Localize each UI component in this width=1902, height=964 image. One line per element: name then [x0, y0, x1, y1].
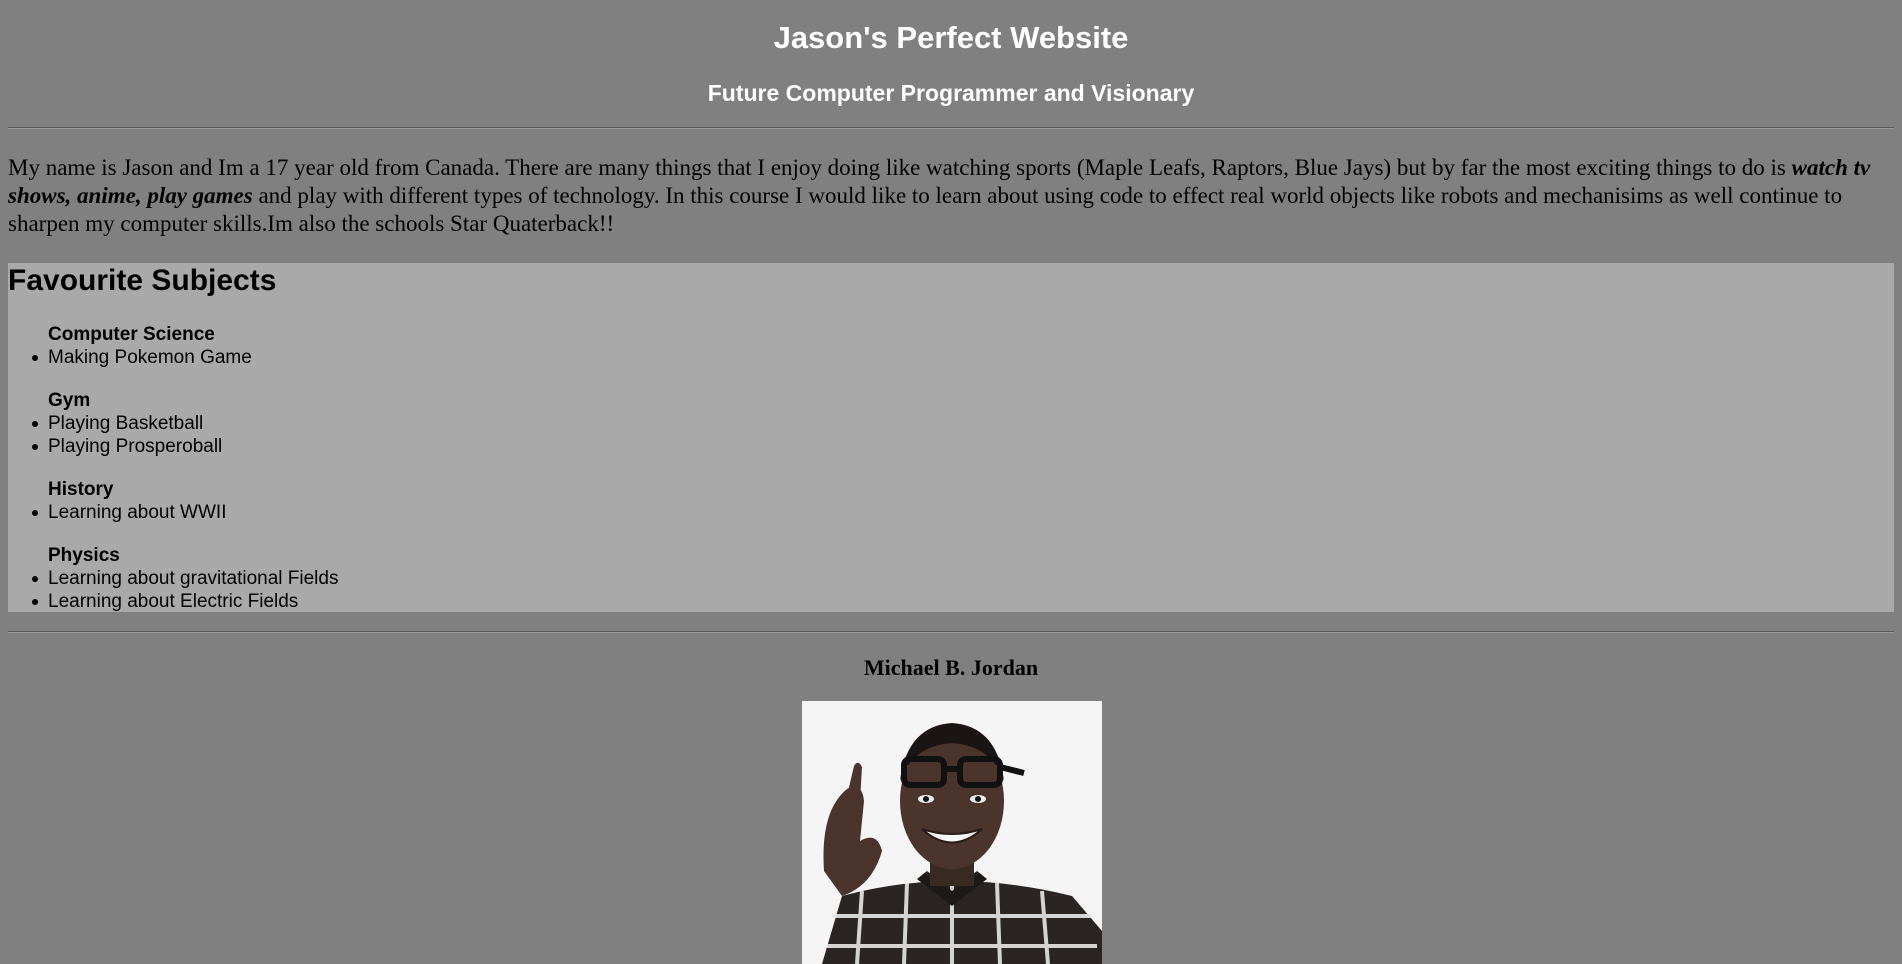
feature-person-name: Michael B. Jordan — [863, 655, 1039, 680]
site-title: Jason's Perfect Website — [773, 20, 1129, 55]
subject-computer-science: Computer Science Making Pokemon Game — [32, 323, 252, 369]
subject-list: Learning about gravitational Fields Lear… — [31, 567, 339, 613]
intro-text-start: My name is Jason and Im a 17 year old fr… — [8, 155, 1792, 180]
subject-name: History — [48, 479, 114, 500]
subject-name: Computer Science — [48, 324, 215, 345]
portrait-photo — [802, 701, 1102, 964]
page: Jason's Perfect Website Future Computer … — [0, 0, 1902, 964]
bottom-divider — [8, 631, 1894, 633]
list-item: Playing Prosperoball — [31, 436, 223, 457]
subject-name: Gym — [48, 390, 91, 411]
subject-name: Physics — [48, 545, 120, 566]
site-subtitle: Future Computer Programmer and Visionary — [707, 80, 1195, 106]
intro-paragraph: My name is Jason and Im a 17 year old fr… — [8, 154, 1888, 238]
favourite-subjects-panel: Favourite Subjects Computer Science Maki… — [8, 263, 1894, 612]
subject-list: Making Pokemon Game — [32, 346, 252, 369]
subject-physics: Physics Learning about gravitational Fie… — [31, 544, 339, 613]
list-item: Making Pokemon Game — [32, 347, 252, 368]
subject-list: Learning about WWII — [31, 501, 227, 524]
list-item: Learning about Electric Fields — [31, 590, 338, 613]
list-item: Playing Basketball — [31, 412, 222, 435]
list-item: Learning about gravitational Fields — [31, 568, 339, 589]
subject-gym: Gym Playing Basketball Playing Prosperob… — [31, 389, 223, 458]
portrait-photo-icon — [802, 701, 1102, 964]
subject-history: History Learning about WWII — [31, 478, 227, 524]
intro-text-end: and play with different types of technol… — [8, 183, 1843, 236]
list-item: Learning about WWII — [31, 502, 227, 523]
subject-list: Playing Basketball Playing Prosperoball — [31, 412, 223, 458]
favourite-subjects-heading: Favourite Subjects — [8, 264, 277, 297]
top-divider — [8, 127, 1894, 129]
